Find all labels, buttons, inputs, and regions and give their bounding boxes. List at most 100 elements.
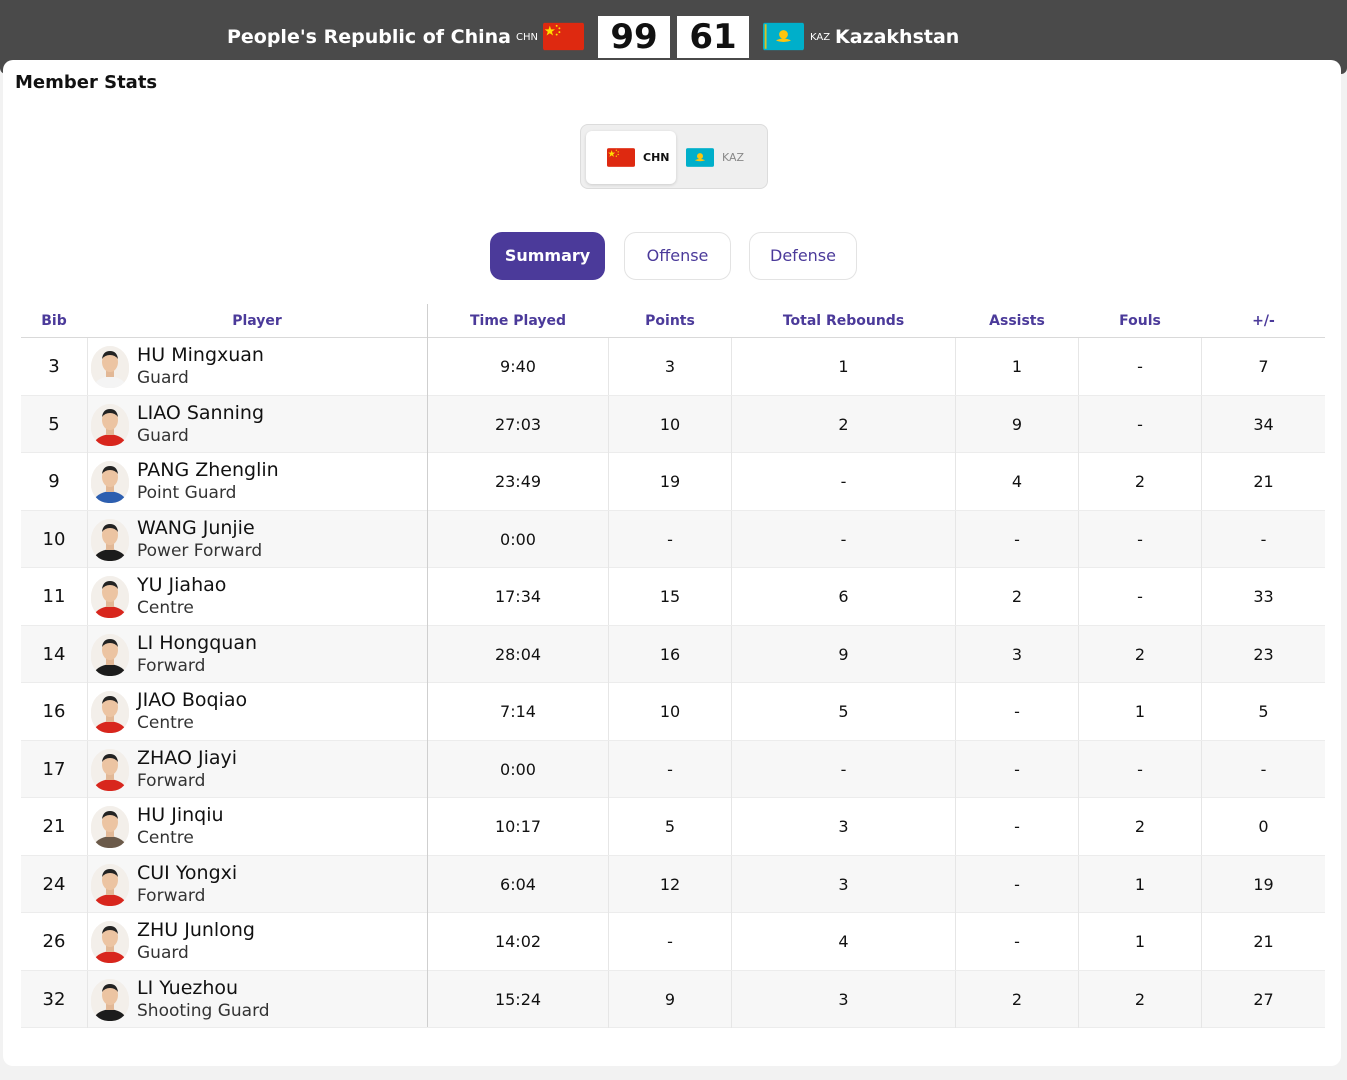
assists-value: 2 bbox=[1011, 587, 1023, 606]
cell-divider bbox=[87, 510, 88, 568]
table-row[interactable]: 9 PANG Zhenglin Point Guard 23:49 19 - 4 2 21 bbox=[21, 453, 1325, 511]
bib-number: 5 bbox=[48, 413, 60, 435]
points-value: - bbox=[667, 932, 673, 951]
table-row[interactable]: 26 ZHU Junlong Guard 14:02 - 4 - 1 21 bbox=[21, 913, 1325, 971]
table-row[interactable]: 24 CUI Yongxi Forward 6:04 12 3 - 1 19 bbox=[21, 855, 1325, 913]
kazakhstan-flag-icon bbox=[763, 22, 804, 51]
cell-divider bbox=[87, 740, 88, 798]
team-option-label: CHN bbox=[643, 151, 670, 164]
player-name[interactable]: HU Mingxuan bbox=[137, 344, 264, 366]
rebounds-value: 9 bbox=[838, 644, 849, 664]
tab-defense[interactable]: Defense bbox=[749, 232, 857, 280]
cell-divider bbox=[87, 453, 88, 510]
team-option-chn[interactable]: CHN bbox=[586, 131, 676, 184]
column-header-player[interactable]: Player bbox=[87, 313, 427, 329]
player-name[interactable]: ZHU Junlong bbox=[137, 919, 255, 941]
assists-value: - bbox=[1014, 874, 1020, 894]
player-name[interactable]: LIAO Sanning bbox=[137, 402, 264, 424]
kazakhstan-flag-icon bbox=[686, 148, 714, 167]
column-header-bib[interactable]: Bib bbox=[21, 313, 87, 329]
column-header-rebounds[interactable]: Total Rebounds bbox=[732, 313, 955, 329]
plusminus-value: 33 bbox=[1253, 587, 1274, 606]
player-photo bbox=[91, 978, 129, 1021]
assists-value: 2 bbox=[1011, 989, 1023, 1009]
table-row[interactable]: 10 WANG Junjie Power Forward 0:00 - - - - - bbox=[21, 510, 1325, 568]
column-header-points[interactable]: Points bbox=[609, 313, 731, 329]
points-value: 3 bbox=[664, 357, 676, 376]
table-row[interactable]: 16 JIAO Boqiao Centre 7:14 10 5 - 1 5 bbox=[21, 683, 1325, 741]
plusminus-value: 23 bbox=[1253, 644, 1274, 664]
china-flag-icon bbox=[543, 22, 584, 51]
home-team-code: CHN bbox=[516, 32, 538, 43]
player-name[interactable]: LI Yuezhou bbox=[137, 977, 238, 999]
player-position: Forward bbox=[137, 770, 206, 791]
player-position: Forward bbox=[137, 655, 206, 676]
player-name[interactable]: WANG Junjie bbox=[137, 517, 255, 539]
player-position: Guard bbox=[137, 425, 189, 446]
bib-number: 10 bbox=[42, 528, 66, 550]
time-played: 14:02 bbox=[494, 932, 542, 951]
team-option-kaz[interactable]: KAZ bbox=[681, 131, 763, 184]
assists-value: 4 bbox=[1011, 472, 1023, 491]
column-header-plusminus[interactable]: +/- bbox=[1202, 313, 1325, 329]
plusminus-value: 0 bbox=[1258, 817, 1269, 836]
points-value: - bbox=[667, 759, 673, 779]
plusminus-value: 7 bbox=[1258, 357, 1269, 376]
table-row[interactable]: 5 LIAO Sanning Guard 27:03 10 2 9 - 34 bbox=[21, 395, 1325, 453]
cell-divider bbox=[87, 913, 88, 970]
player-position: Power Forward bbox=[137, 540, 263, 561]
time-played: 7:14 bbox=[500, 702, 536, 721]
player-photo bbox=[91, 748, 129, 791]
plusminus-value: 27 bbox=[1253, 989, 1274, 1009]
home-score: 99 bbox=[598, 16, 670, 58]
plusminus-value: 34 bbox=[1253, 414, 1274, 434]
fouls-value: 2 bbox=[1134, 644, 1146, 664]
player-photo bbox=[91, 403, 129, 446]
points-value: 9 bbox=[664, 989, 676, 1009]
points-value: 5 bbox=[664, 817, 676, 836]
player-name[interactable]: PANG Zhenglin bbox=[137, 459, 279, 481]
column-header-time[interactable]: Time Played bbox=[428, 313, 608, 329]
player-name[interactable]: CUI Yongxi bbox=[137, 862, 237, 884]
cell-divider bbox=[87, 338, 88, 395]
bib-number: 16 bbox=[42, 701, 66, 722]
fouls-value: 1 bbox=[1134, 702, 1146, 721]
player-name[interactable]: YU Jiahao bbox=[137, 574, 226, 596]
table-row[interactable]: 17 ZHAO Jiayi Forward 0:00 - - - - - bbox=[21, 740, 1325, 798]
player-photo bbox=[91, 518, 129, 561]
time-played: 9:40 bbox=[500, 357, 536, 376]
table-row[interactable]: 21 HU Jinqiu Centre 10:17 5 3 - 2 0 bbox=[21, 798, 1325, 856]
cell-divider bbox=[87, 855, 88, 913]
time-played: 6:04 bbox=[500, 874, 536, 894]
plusminus-value: - bbox=[1260, 759, 1267, 779]
plusminus-value: 21 bbox=[1253, 472, 1274, 491]
player-name[interactable]: HU Jinqiu bbox=[137, 804, 224, 826]
column-header-assists[interactable]: Assists bbox=[956, 313, 1078, 329]
fouls-value: - bbox=[1137, 357, 1143, 376]
assists-value: - bbox=[1014, 529, 1020, 549]
table-row[interactable]: 32 LI Yuezhou Shooting Guard 15:24 9 3 2 2 27 bbox=[21, 970, 1325, 1028]
fouls-value: 2 bbox=[1134, 989, 1146, 1009]
rebounds-value: 5 bbox=[838, 702, 849, 721]
rebounds-value: 6 bbox=[838, 587, 849, 606]
table-row[interactable]: 11 YU Jiahao Centre 17:34 15 6 2 - 33 bbox=[21, 568, 1325, 626]
rebounds-value: 2 bbox=[838, 414, 849, 434]
cell-divider bbox=[87, 625, 88, 683]
table-row[interactable]: 3 HU Mingxuan Guard 9:40 3 1 1 - 7 bbox=[21, 338, 1325, 396]
team-switch: CHN KAZ bbox=[580, 124, 768, 189]
fouls-value: 1 bbox=[1134, 932, 1146, 951]
fouls-value: 2 bbox=[1134, 472, 1146, 491]
player-name[interactable]: LI Hongquan bbox=[137, 632, 257, 654]
tab-summary[interactable]: Summary bbox=[490, 232, 605, 280]
cell-divider bbox=[87, 395, 88, 453]
table-row[interactable]: 14 LI Hongquan Forward 28:04 16 9 3 2 23 bbox=[21, 625, 1325, 683]
bib-number: 24 bbox=[42, 873, 66, 895]
player-name[interactable]: ZHAO Jiayi bbox=[137, 747, 237, 769]
points-value: 19 bbox=[659, 472, 681, 491]
rebounds-value: 3 bbox=[838, 817, 849, 836]
bib-number: 14 bbox=[42, 643, 66, 665]
time-played: 0:00 bbox=[500, 759, 536, 779]
tab-offense[interactable]: Offense bbox=[624, 232, 731, 280]
player-name[interactable]: JIAO Boqiao bbox=[137, 689, 247, 711]
column-header-fouls[interactable]: Fouls bbox=[1079, 313, 1201, 329]
